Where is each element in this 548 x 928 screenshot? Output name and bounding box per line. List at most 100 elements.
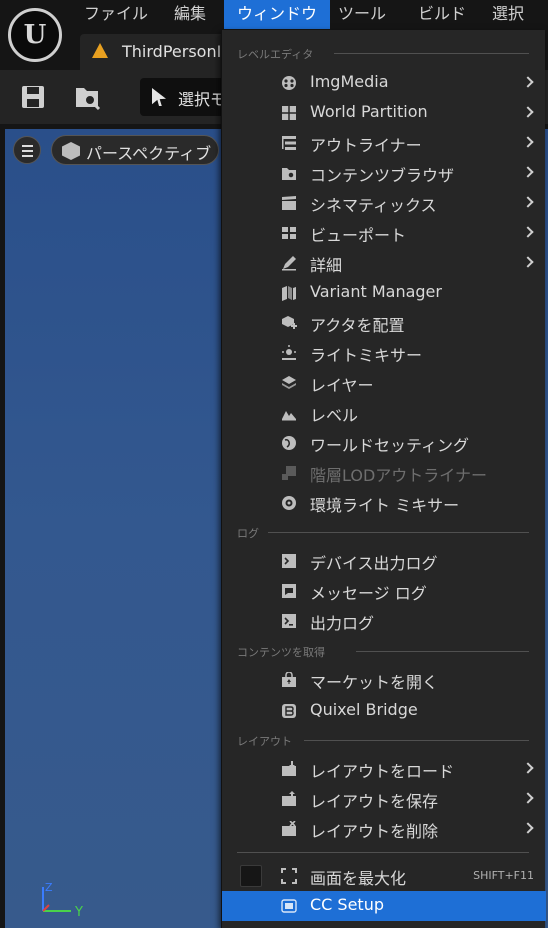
levels-icon	[282, 411, 296, 421]
browse-level-icon[interactable]	[72, 82, 102, 112]
perspective-label: パースペクティブ	[86, 144, 212, 163]
load-layout-icon	[282, 761, 296, 776]
submenu-chevron-icon	[522, 196, 534, 208]
menu-item-label: ワールドセッティング	[310, 436, 470, 455]
section-heading-log: ログ	[237, 527, 259, 540]
divider	[334, 53, 529, 54]
menu-item-details[interactable]: 詳細	[222, 248, 546, 278]
submenu-chevron-icon	[522, 76, 534, 88]
outliner-icon	[282, 136, 296, 150]
content-browser-icon	[282, 168, 296, 180]
divider	[356, 651, 529, 652]
menu-item-cinematics[interactable]: シネマティックス	[222, 188, 546, 218]
menu-item-label: 出力ログ	[310, 614, 375, 633]
menu-item-cc-setup[interactable]: CC Setup	[222, 891, 546, 921]
menu-item-label: Variant Manager	[310, 282, 442, 301]
menu-item-label: レイアウトをロード	[310, 762, 455, 781]
menu-item-label: 詳細	[310, 256, 343, 275]
menu-item-light-mixer[interactable]: ライトミキサー	[222, 338, 546, 368]
submenu-chevron-icon	[522, 792, 534, 804]
menu-item-open-marketplace[interactable]: マーケットを開く	[222, 665, 546, 695]
menu-item-place-actors[interactable]: アクタを配置	[222, 308, 546, 338]
menu-item-label: ライトミキサー	[310, 346, 423, 365]
menu-item-variant-manager[interactable]: Variant Manager	[222, 278, 546, 308]
menu-item-label: レベル	[310, 406, 359, 425]
menu-item-maximize[interactable]: 画面を最大化 SHIFT+F11	[222, 861, 546, 891]
menu-window[interactable]: ウィンドウ	[224, 0, 331, 29]
menu-select[interactable]: 選択	[480, 0, 536, 29]
message-log-icon	[282, 584, 296, 598]
submenu-chevron-icon	[522, 822, 534, 834]
quixel-bridge-icon	[282, 704, 296, 718]
menu-item-label: デバイス出力ログ	[310, 554, 438, 573]
perspective-button[interactable]: パースペクティブ	[51, 135, 219, 165]
menu-item-output-log[interactable]: 出力ログ	[222, 606, 546, 636]
submenu-chevron-icon	[522, 762, 534, 774]
submenu-chevron-icon	[522, 226, 534, 238]
window-menu-dropdown: レベルエディタ ImgMedia World Partition アウトライナー…	[221, 30, 546, 928]
save-layout-icon	[282, 791, 296, 806]
clapperboard-icon	[282, 196, 296, 210]
menu-file[interactable]: ファイル	[72, 0, 160, 29]
output-log-icon	[282, 614, 296, 628]
divider	[304, 740, 529, 741]
level-icon	[92, 43, 108, 58]
viewport-menu-button[interactable]	[13, 136, 41, 164]
divider	[237, 852, 529, 853]
submenu-chevron-icon	[522, 106, 534, 118]
level-tab[interactable]: ThirdPersonI	[80, 34, 240, 70]
imgmedia-icon	[282, 76, 296, 90]
menu-item-world-partition[interactable]: World Partition	[222, 98, 546, 128]
submenu-chevron-icon	[522, 166, 534, 178]
place-actor-icon	[282, 316, 297, 329]
world-partition-icon	[282, 106, 296, 120]
maximize-icon	[281, 868, 297, 884]
submenu-chevron-icon	[522, 136, 534, 148]
menu-item-content-browser[interactable]: コンテンツブラウザ	[222, 158, 546, 188]
divider	[268, 532, 529, 533]
viewport-icon	[282, 227, 296, 239]
main-menu-bar: U ファイル 編集 ウィンドウ ツール ビルド 選択	[0, 0, 548, 62]
menu-item-quixel-bridge[interactable]: Quixel Bridge	[222, 696, 546, 726]
maximize-checkbox[interactable]	[240, 865, 262, 887]
axis-y-label: Y	[74, 905, 83, 919]
menu-item-load-layout[interactable]: レイアウトをロード	[222, 754, 546, 784]
menu-item-outliner[interactable]: アウトライナー	[222, 128, 546, 158]
menu-item-imgmedia[interactable]: ImgMedia	[222, 68, 546, 98]
menu-item-remove-layout[interactable]: レイアウトを削除	[222, 814, 546, 844]
menu-item-levels[interactable]: レベル	[222, 398, 546, 428]
menu-item-viewport[interactable]: ビューポート	[222, 218, 546, 248]
menu-item-label: Quixel Bridge	[310, 700, 418, 719]
menu-edit[interactable]: 編集	[162, 0, 218, 29]
menu-item-label: 階層LODアウトライナー	[310, 466, 487, 485]
world-settings-icon	[282, 436, 296, 450]
menu-item-device-output-log[interactable]: デバイス出力ログ	[222, 546, 546, 576]
save-icon[interactable]	[18, 82, 48, 112]
cube-icon	[62, 142, 80, 160]
menu-item-env-light-mixer[interactable]: 環境ライト ミキサー	[222, 488, 546, 518]
menu-item-label: マーケットを開く	[310, 673, 439, 692]
menu-item-label: メッセージ ログ	[310, 584, 427, 603]
details-pencil-icon	[282, 256, 296, 271]
submenu-chevron-icon	[522, 256, 534, 268]
remove-layout-icon	[282, 821, 296, 836]
cursor-icon	[152, 88, 166, 106]
section-heading-level-editor: レベルエディタ	[237, 48, 314, 61]
axis-z-label: Z	[45, 881, 53, 894]
light-mixer-icon	[282, 345, 296, 360]
menu-item-world-settings[interactable]: ワールドセッティング	[222, 428, 546, 458]
menu-item-label: レイアウトを保存	[310, 792, 439, 811]
marketplace-icon	[282, 672, 296, 687]
menu-item-label: ImgMedia	[310, 72, 389, 91]
menu-item-label: アクタを配置	[310, 316, 405, 335]
menu-item-label: ビューポート	[310, 226, 407, 245]
menu-item-hlod-outliner: 階層LODアウトライナー	[222, 458, 546, 488]
menu-tools[interactable]: ツール	[326, 0, 398, 29]
menu-build[interactable]: ビルド	[406, 0, 478, 29]
layers-icon	[282, 376, 296, 389]
menu-item-layers[interactable]: レイヤー	[222, 368, 546, 398]
menu-item-message-log[interactable]: メッセージ ログ	[222, 576, 546, 606]
unreal-logo-icon[interactable]: U	[8, 8, 62, 62]
menu-item-label: CC Setup	[310, 895, 384, 914]
menu-item-save-layout[interactable]: レイアウトを保存	[222, 784, 546, 814]
